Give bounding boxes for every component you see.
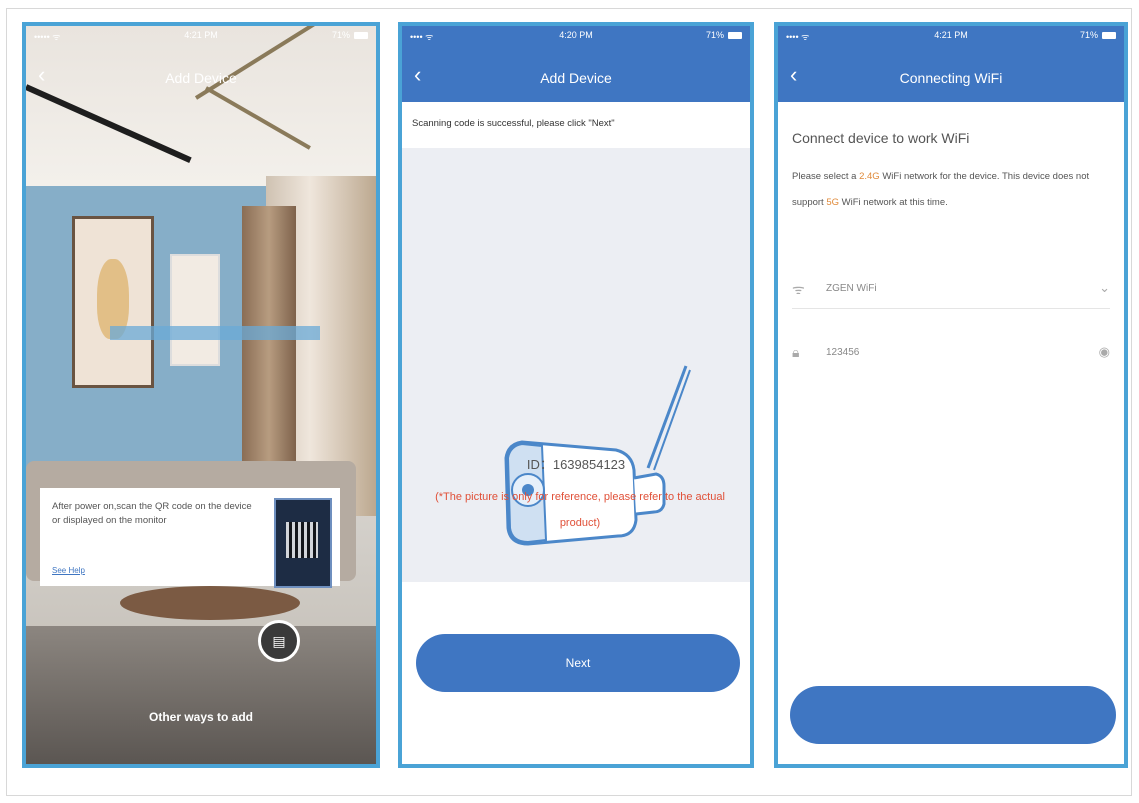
battery-icon [728,32,742,39]
see-help-link[interactable]: See Help [52,566,85,575]
wifi-name: ZGEN WiFi [826,283,877,294]
wifi-instructions: Please select a 2.4G WiFi network for th… [792,171,1090,208]
page-title: Connecting WiFi [899,70,1003,86]
eye-icon[interactable]: ◉ [1099,344,1110,360]
battery-icon [354,32,368,39]
hint-text: After power on,scan the QR code on the d… [52,501,252,526]
camera-viewfinder [26,26,376,764]
monitor-qr-illustration [274,498,332,588]
device-id: ID：1639854123 [526,457,626,472]
album-icon[interactable]: ▤ [258,620,300,662]
scan-line [110,326,320,340]
wifi-select[interactable]: ᯤ ZGEN WiFi ⌄ [792,272,1110,309]
status-bar: •••• ᯤ 4:21 PM 71% [778,26,1124,46]
success-message: Scanning code is successful, please clic… [412,118,615,129]
password-field[interactable]: 🔒︎ 123456 ◉ [792,336,1110,372]
page-title: Add Device [540,70,612,86]
nav-bar: •••• ᯤ 4:21 PM 71% ‹ Connecting WiFi [778,26,1124,102]
next-button[interactable]: Next [416,634,740,692]
chevron-down-icon[interactable]: ⌄ [1099,280,1110,296]
wifi-icon: ᯤ [792,281,805,297]
next-button[interactable] [790,686,1116,744]
scan-screen: ••••• ᯤ 4:21 PM 71% ‹ Add Device After p… [22,22,380,768]
connecting-wifi-screen: •••• ᯤ 4:21 PM 71% ‹ Connecting WiFi Con… [774,22,1128,768]
page-title: Add Device [165,70,237,86]
scan-hint-card: After power on,scan the QR code on the d… [40,488,340,588]
nav-bar: •••• ᯤ 4:20 PM 71% ‹ Add Device [402,26,750,102]
other-ways-link[interactable]: Other ways to add [26,710,376,724]
status-bar: •••• ᯤ 4:20 PM 71% [402,26,750,46]
section-heading: Connect device to work WiFi [792,130,970,146]
wall-painting [72,216,154,388]
add-device-screen: •••• ᯤ 4:20 PM 71% ‹ Add Device Scanning… [398,22,754,768]
password-value: 123456 [826,347,860,358]
status-bar: ••••• ᯤ 4:21 PM 71% [26,26,376,46]
battery-icon [1102,32,1116,39]
qr-code-icon [286,522,318,558]
lock-icon: 🔒︎ [792,344,800,360]
reference-note: (*The picture is only for reference, ple… [435,491,725,529]
